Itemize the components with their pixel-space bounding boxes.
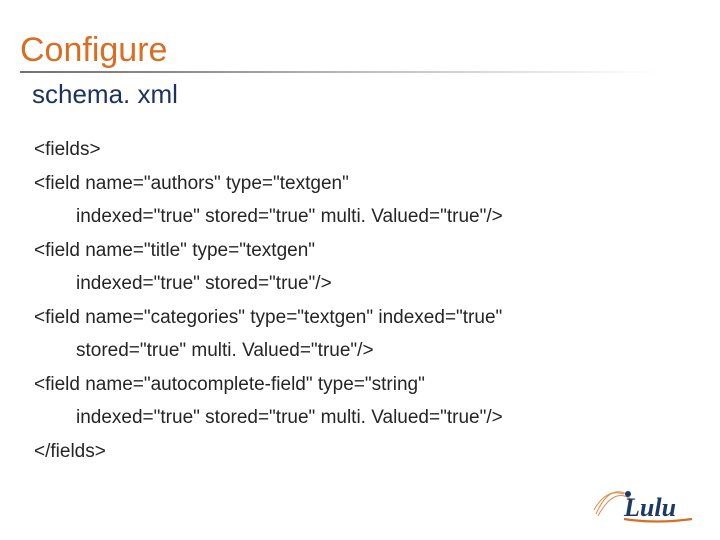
- page-title: Configure: [20, 32, 700, 69]
- subtitle: schema. xml: [32, 79, 700, 110]
- code-line: stored="true" multi. Valued="true"/>: [34, 337, 690, 365]
- code-line: indexed="true" stored="true" multi. Valu…: [34, 203, 690, 231]
- code-line: <field name="title" type="textgen": [34, 237, 690, 265]
- code-line: <field name="categories" type="textgen" …: [34, 304, 690, 332]
- slide: Configure schema. xml <fields> <field na…: [0, 0, 720, 540]
- title-underline: [20, 71, 660, 73]
- code-line: <field name="autocomplete-field" type="s…: [34, 371, 690, 399]
- title-block: Configure schema. xml: [20, 32, 700, 110]
- lulu-logo: Lulu: [592, 480, 702, 524]
- code-line: <field name="authors" type="textgen": [34, 170, 690, 198]
- code-block: <fields> <field name="authors" type="tex…: [34, 130, 690, 471]
- code-line: indexed="true" stored="true" multi. Valu…: [34, 404, 690, 432]
- code-line: indexed="true" stored="true"/>: [34, 270, 690, 298]
- code-line: </fields>: [34, 438, 690, 466]
- logo-text: Lulu: [623, 493, 676, 522]
- code-line: <fields>: [34, 136, 690, 164]
